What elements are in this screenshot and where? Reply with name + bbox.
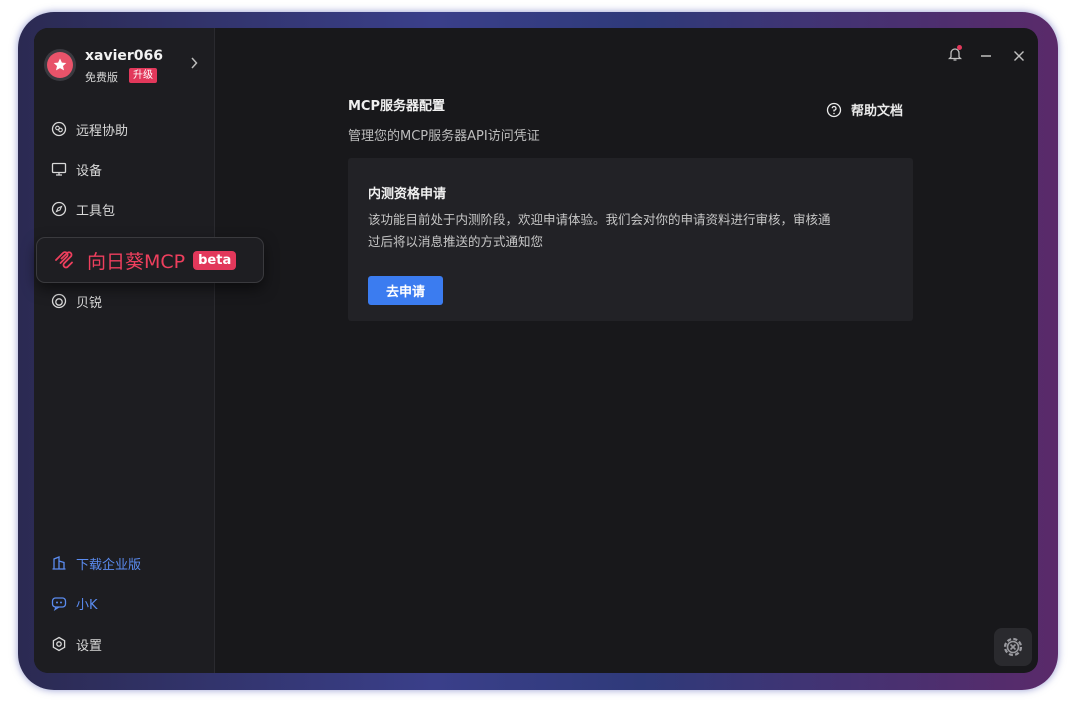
- monitor-icon: [51, 161, 67, 177]
- upgrade-badge[interactable]: 升级: [129, 68, 157, 83]
- card-description-line: 该功能目前处于内测阶段，欢迎申请体验。我们会对你的申请资料进行审核，审核通: [368, 212, 831, 227]
- sidebar-item-settings[interactable]: 设置: [51, 633, 102, 655]
- sidebar-item-oray[interactable]: 贝锐: [51, 290, 102, 312]
- plan-label: 免费版: [85, 71, 118, 84]
- notification-dot: [957, 45, 962, 50]
- page-title: MCP服务器配置: [348, 99, 446, 114]
- ring-icon: [51, 293, 67, 309]
- sidebar-item-label: 贝锐: [76, 295, 103, 311]
- sidebar-item-xiaok[interactable]: 小K: [51, 592, 98, 614]
- beta-badge: beta: [193, 250, 237, 270]
- sidebar-item-toolkit[interactable]: 工具包: [51, 198, 115, 220]
- question-circle-icon: [826, 101, 843, 118]
- page-subtitle: 管理您的MCP服务器API访问凭证: [348, 129, 540, 144]
- sidebar-item-remote-assist[interactable]: 远程协助: [51, 118, 128, 140]
- sidebar-item-label: 小K: [76, 597, 98, 613]
- remote-assist-icon: [51, 121, 67, 137]
- floating-settings-button[interactable]: [994, 628, 1032, 666]
- building-icon: [51, 555, 67, 571]
- chat-bot-icon: [51, 595, 67, 611]
- minimize-icon[interactable]: [980, 48, 992, 66]
- compass-icon: [51, 201, 67, 217]
- help-docs-link[interactable]: 帮助文档: [826, 100, 903, 119]
- sidebar-item-mcp[interactable]: 向日葵MCP beta: [36, 237, 264, 283]
- star-icon: [53, 58, 67, 71]
- sidebar-item-label: 向日葵MCP: [87, 250, 186, 273]
- sidebar-item-label: 设备: [76, 163, 103, 179]
- gear-icon: [1003, 637, 1023, 657]
- help-docs-label: 帮助文档: [851, 104, 904, 119]
- hexagon-gear-icon: [51, 636, 67, 652]
- sidebar-item-label: 设置: [76, 638, 103, 654]
- sidebar-item-download-enterprise[interactable]: 下载企业版: [51, 552, 141, 574]
- card-description: 该功能目前处于内测阶段，欢迎申请体验。我们会对你的申请资料进行审核，审核通 过后…: [368, 209, 898, 253]
- card-title: 内测资格申请: [368, 187, 447, 202]
- apply-button[interactable]: 去申请: [368, 276, 443, 305]
- sidebar-item-label: 工具包: [76, 203, 116, 219]
- chevron-right-icon[interactable]: [190, 57, 198, 72]
- profile-card[interactable]: xavier066 免费版 升级: [44, 48, 209, 86]
- close-icon[interactable]: [1013, 48, 1025, 66]
- sidebar-item-label: 远程协助: [76, 123, 129, 139]
- card-description-line: 过后将以消息推送的方式通知您: [368, 234, 544, 249]
- beta-application-card: 内测资格申请 该功能目前处于内测阶段，欢迎申请体验。我们会对你的申请资料进行审核…: [348, 158, 913, 321]
- sidebar-item-devices[interactable]: 设备: [51, 158, 102, 180]
- sidebar: xavier066 免费版 升级 远程协助 设备 工具包 贝锐 下载企业版 小K…: [34, 28, 215, 673]
- sidebar-item-label: 下载企业版: [76, 557, 142, 573]
- avatar[interactable]: [44, 49, 76, 81]
- app-window: xavier066 免费版 升级 远程协助 设备 工具包 贝锐 下载企业版 小K…: [34, 28, 1038, 673]
- mcp-logo-icon: [53, 249, 75, 271]
- username: xavier066: [85, 48, 164, 64]
